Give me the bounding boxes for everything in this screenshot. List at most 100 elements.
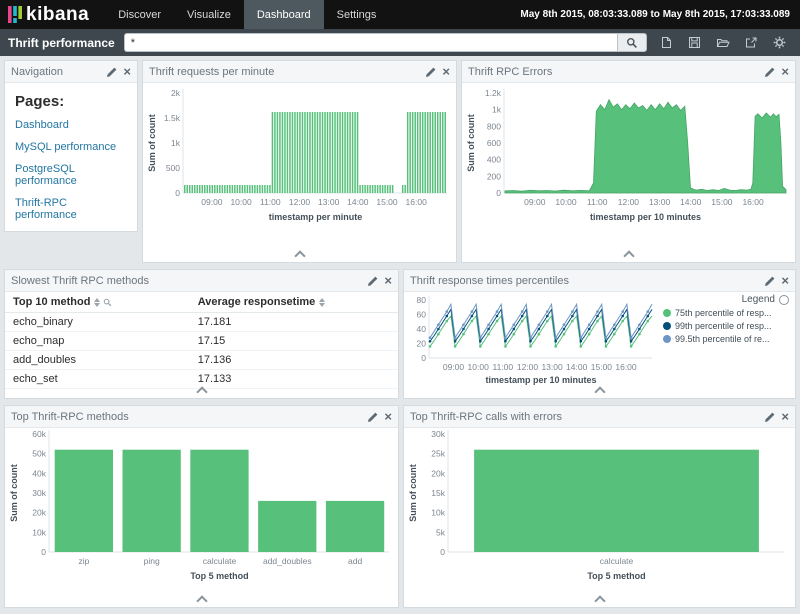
close-icon: × — [781, 410, 789, 423]
panel-title: Slowest Thrift RPC methods — [11, 275, 368, 287]
nav-tab-settings[interactable]: Settings — [324, 0, 390, 29]
pencil-icon — [368, 412, 378, 422]
svg-text:13:00: 13:00 — [649, 197, 671, 207]
svg-text:Sum of count: Sum of count — [466, 114, 476, 172]
svg-text:15:00: 15:00 — [711, 197, 733, 207]
edit-panel-button[interactable] — [107, 67, 117, 77]
svg-text:Top 5 method: Top 5 method — [587, 571, 645, 581]
share-icon — [745, 36, 758, 49]
method-cell: add_doubles — [5, 351, 190, 370]
svg-text:40: 40 — [417, 324, 427, 334]
share-dashboard-button[interactable] — [745, 36, 758, 49]
svg-text:timestamp per 10 minutes: timestamp per 10 minutes — [485, 375, 596, 385]
legend-item[interactable]: 75th percentile of resp... — [663, 308, 789, 318]
edit-panel-button[interactable] — [368, 412, 378, 422]
remove-panel-button[interactable]: × — [781, 65, 789, 78]
svg-text:zip: zip — [78, 556, 89, 566]
chevron-up-icon — [294, 250, 305, 261]
collapse-panel-button[interactable] — [186, 595, 218, 607]
panel-header: Thrift RPC Errors × — [462, 61, 795, 83]
collapse-panel-button[interactable] — [613, 250, 645, 262]
time-range-picker[interactable]: May 8th 2015, 08:03:33.089 to May 8th 20… — [520, 0, 800, 29]
svg-text:10:00: 10:00 — [555, 197, 577, 207]
panel-calls-with-errors: Top Thrift-RPC calls with errors × 05k10… — [403, 405, 796, 608]
responsetime-cell: 17.136 — [190, 351, 398, 370]
svg-text:0: 0 — [440, 547, 445, 557]
panel-response-percentiles: Thrift response times percentiles × 0204… — [403, 269, 796, 399]
remove-panel-button[interactable]: × — [781, 274, 789, 287]
kibana-logo-icon — [8, 5, 23, 24]
nav-tab-visualize[interactable]: Visualize — [174, 0, 244, 29]
remove-panel-button[interactable]: × — [123, 65, 131, 78]
edit-panel-button[interactable] — [765, 412, 775, 422]
collapse-panel-button[interactable] — [584, 595, 616, 607]
column-header-responsetime[interactable]: Average responsetime — [190, 292, 398, 313]
legend-item[interactable]: 99th percentile of resp... — [663, 321, 789, 331]
remove-panel-button[interactable]: × — [384, 274, 392, 287]
kibana-logo[interactable]: kibana — [0, 0, 105, 29]
legend-label: 99.5th percentile of re... — [675, 334, 770, 344]
new-dashboard-button[interactable] — [660, 36, 673, 49]
svg-text:calculate: calculate — [203, 556, 237, 566]
panel-title: Thrift requests per minute — [149, 66, 426, 78]
svg-text:0: 0 — [421, 353, 426, 363]
nav-link-mysql[interactable]: MySQL performance — [15, 141, 127, 153]
edit-panel-button[interactable] — [368, 276, 378, 286]
nav-link-postgresql[interactable]: PostgreSQL performance — [15, 163, 127, 187]
svg-text:14:00: 14:00 — [680, 197, 702, 207]
search-bar — [124, 33, 647, 52]
pencil-icon — [765, 276, 775, 286]
thrift-rpc-errors-area-chart[interactable]: 02004006008001k1.2k09:0010:0011:0012:001… — [463, 83, 794, 241]
svg-text:Sum of count: Sum of count — [9, 464, 19, 522]
responsetime-cell: 17.133 — [190, 370, 398, 389]
gear-icon — [773, 36, 786, 49]
panel-title: Thrift RPC Errors — [468, 66, 765, 78]
chevron-up-icon — [196, 595, 207, 606]
svg-text:40k: 40k — [32, 468, 46, 478]
svg-text:1.5k: 1.5k — [164, 113, 181, 123]
legend-header[interactable]: Legend — [663, 294, 789, 305]
search-button[interactable] — [617, 33, 647, 52]
collapse-panel-button[interactable] — [284, 250, 316, 262]
close-icon: × — [442, 65, 450, 78]
calls-with-errors-bar-chart[interactable]: 05k10k15k20k25k30kcalculateTop 5 methodS… — [405, 428, 794, 590]
svg-text:13:00: 13:00 — [541, 362, 563, 372]
svg-text:25k: 25k — [431, 449, 445, 459]
save-dashboard-button[interactable] — [688, 36, 701, 49]
nav-tab-dashboard[interactable]: Dashboard — [244, 0, 324, 29]
collapse-panel-button[interactable] — [186, 386, 218, 398]
panel-header: Top Thrift-RPC methods × — [5, 406, 398, 428]
collapse-panel-button[interactable] — [584, 386, 616, 398]
pages-heading: Pages: — [15, 93, 127, 110]
remove-panel-button[interactable]: × — [781, 410, 789, 423]
open-dashboard-button[interactable] — [716, 36, 730, 49]
close-icon: × — [384, 410, 392, 423]
legend-item[interactable]: 99.5th percentile of re... — [663, 334, 789, 344]
remove-panel-button[interactable]: × — [384, 410, 392, 423]
nav-link-thrift-rpc[interactable]: Thrift-RPC performance — [15, 197, 127, 221]
remove-panel-button[interactable]: × — [442, 65, 450, 78]
close-icon: × — [781, 274, 789, 287]
panel-title: Top Thrift-RPC calls with errors — [410, 411, 765, 423]
svg-text:13:00: 13:00 — [318, 197, 340, 207]
close-icon: × — [123, 65, 131, 78]
options-button[interactable] — [773, 36, 786, 49]
search-icon — [626, 37, 638, 49]
edit-panel-button[interactable] — [765, 276, 775, 286]
edit-panel-button[interactable] — [426, 67, 436, 77]
percentiles-line-chart[interactable]: 02040608009:0010:0011:0012:0013:0014:001… — [404, 292, 658, 388]
search-input[interactable] — [124, 33, 617, 52]
edit-panel-button[interactable] — [765, 67, 775, 77]
nav-tab-discover[interactable]: Discover — [105, 0, 174, 29]
svg-text:10k: 10k — [32, 527, 46, 537]
nav-tab-label: Discover — [118, 9, 161, 21]
top-methods-bar-chart[interactable]: 010k20k30k40k50k60kzippingcalculateadd_d… — [6, 428, 397, 590]
svg-text:50k: 50k — [32, 449, 46, 459]
thrift-requests-bar-chart[interactable]: 05001k1.5k2k09:0010:0011:0012:0013:0014:… — [144, 83, 455, 241]
nav-link-dashboard[interactable]: Dashboard — [15, 119, 127, 131]
column-header-method[interactable]: Top 10 method — [5, 292, 190, 313]
method-cell: echo_binary — [5, 313, 190, 332]
legend-title: Legend — [742, 294, 775, 305]
svg-text:15k: 15k — [431, 488, 445, 498]
column-label: Average responsetime — [198, 296, 316, 308]
